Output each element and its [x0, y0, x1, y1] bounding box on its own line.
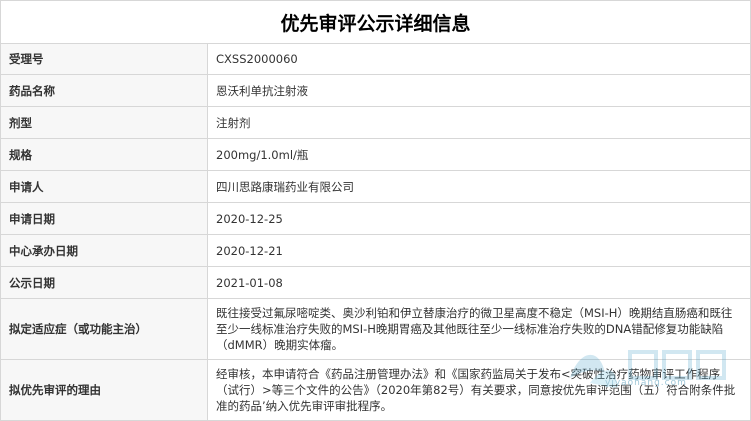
field-label-drug-name: 药品名称 [0, 74, 208, 107]
field-label-dosage-form: 剂型 [0, 106, 208, 139]
table-row: 拟定适应症（或功能主治） 既往接受过氟尿嘧啶类、奥沙利铂和伊立替康治疗的微卫星高… [0, 298, 751, 360]
field-label-application-date: 申请日期 [0, 202, 208, 235]
watermark-text: yiyaohang.com [605, 378, 687, 388]
table-row: 申请人 四川思路康瑞药业有限公司 [0, 170, 751, 203]
field-value-drug-name: 恩沃利单抗注射液 [207, 74, 751, 107]
field-label-specification: 规格 [0, 138, 208, 171]
table-row: 中心承办日期 2020-12-21 [0, 234, 751, 267]
field-label-center-date: 中心承办日期 [0, 234, 208, 267]
field-value-indication: 既往接受过氟尿嘧啶类、奥沙利铂和伊立替康治疗的微卫星高度不稳定（MSI-H）晚期… [207, 298, 751, 360]
detail-page: 优先审评公示详细信息 受理号 CXSS2000060 药品名称 恩沃利单抗注射液… [0, 0, 751, 421]
field-label-priority-reason: 拟优先审评的理由 [0, 359, 208, 421]
page-title: 优先审评公示详细信息 [0, 0, 751, 43]
table-row: 规格 200mg/1.0ml/瓶 [0, 138, 751, 171]
field-label-applicant: 申请人 [0, 170, 208, 203]
table-row: 申请日期 2020-12-25 [0, 202, 751, 235]
field-value-applicant: 四川思路康瑞药业有限公司 [207, 170, 751, 203]
table-row: 剂型 注射剂 [0, 106, 751, 139]
field-value-publicity-date: 2021-01-08 [207, 266, 751, 299]
field-value-center-date: 2020-12-21 [207, 234, 751, 267]
table-row: 受理号 CXSS2000060 [0, 43, 751, 75]
field-label-acceptance-number: 受理号 [0, 43, 208, 75]
field-value-dosage-form: 注射剂 [207, 106, 751, 139]
field-value-specification: 200mg/1.0ml/瓶 [207, 138, 751, 171]
field-value-acceptance-number: CXSS2000060 [207, 43, 751, 75]
field-label-publicity-date: 公示日期 [0, 266, 208, 299]
table-row: 药品名称 恩沃利单抗注射液 [0, 74, 751, 107]
field-value-priority-reason: 经审核，本申请符合《药品注册管理办法》和《国家药监局关于发布<突破性治疗药物审评… [207, 359, 751, 421]
table-row: 拟优先审评的理由 经审核，本申请符合《药品注册管理办法》和《国家药监局关于发布<… [0, 359, 751, 421]
field-label-indication: 拟定适应症（或功能主治） [0, 298, 208, 360]
table-row: 公示日期 2021-01-08 [0, 266, 751, 299]
field-value-application-date: 2020-12-25 [207, 202, 751, 235]
info-table: 受理号 CXSS2000060 药品名称 恩沃利单抗注射液 剂型 注射剂 规格 … [0, 43, 751, 421]
